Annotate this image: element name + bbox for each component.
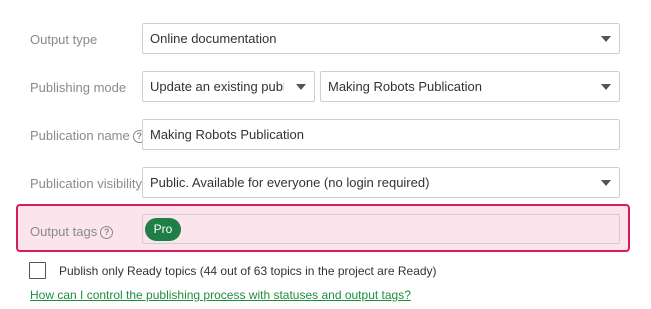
publishing-help-link[interactable]: How can I control the publishing process… [30, 288, 411, 303]
chevron-down-icon [601, 180, 611, 186]
output-type-label-text: Output type [30, 32, 98, 47]
publication-select-value: Making Robots Publication [328, 79, 482, 94]
publishing-mode-select[interactable]: Update an existing public [142, 71, 315, 102]
publishing-mode-label-text: Publishing mode [30, 80, 127, 95]
output-type-select[interactable]: Online documentation [142, 23, 620, 54]
chevron-down-icon [601, 36, 611, 42]
publication-name-input[interactable]: Making Robots Publication [142, 119, 620, 150]
publishing-mode-value: Update an existing public [150, 79, 284, 94]
publication-visibility-value: Public. Available for everyone (no login… [150, 175, 430, 190]
output-type-label: Output type [30, 32, 97, 48]
publication-visibility-select[interactable]: Public. Available for everyone (no login… [142, 167, 620, 198]
output-tags-input[interactable] [142, 214, 620, 244]
help-circle-icon[interactable]: ? [100, 225, 114, 239]
chevron-down-icon [601, 84, 611, 90]
output-tags-label-text: Output tags [30, 224, 98, 239]
publication-visibility-label-text: Publication visibility [30, 176, 142, 191]
ready-topics-label: Publish only Ready topics (44 out of 63 … [59, 264, 437, 278]
output-type-value: Online documentation [150, 31, 277, 46]
tag-chip-pro[interactable]: Pro [145, 218, 181, 241]
publishing-mode-label: Publishing mode [30, 80, 126, 96]
output-tags-label: Output tags ? [30, 224, 114, 240]
publication-name-value: Making Robots Publication [150, 127, 304, 142]
publication-visibility-label: Publication visibility [30, 176, 142, 192]
publication-name-label: Publication name ? [30, 128, 146, 144]
chevron-down-icon [296, 84, 306, 90]
publication-name-label-text: Publication name [30, 128, 130, 143]
ready-topics-checkbox[interactable] [29, 262, 46, 279]
publication-select[interactable]: Making Robots Publication [320, 71, 620, 102]
